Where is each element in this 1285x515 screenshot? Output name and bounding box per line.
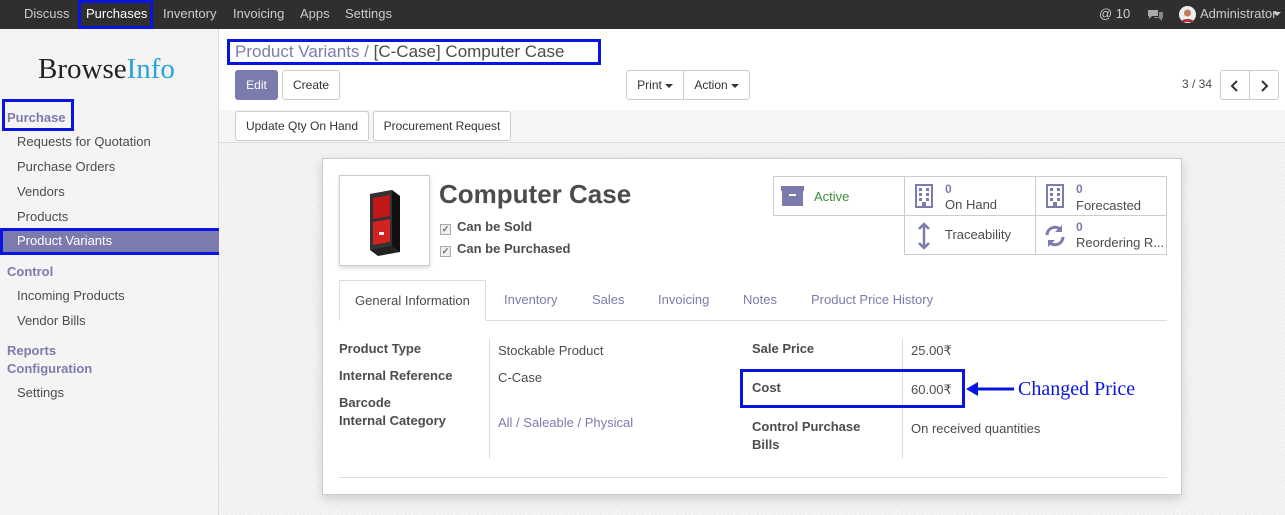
pager-previous[interactable] (1220, 70, 1250, 100)
sidebar-item-settings[interactable]: Settings (17, 385, 64, 400)
divider (489, 339, 490, 459)
tab-general-information[interactable]: General Information (339, 280, 486, 321)
pager-value[interactable]: 3 / 34 (1182, 77, 1212, 91)
mentions-counter[interactable]: @ 10 (1099, 0, 1130, 29)
create-button[interactable]: Create (282, 70, 340, 100)
sidebar-item-purchase-orders[interactable]: Purchase Orders (17, 159, 115, 174)
chevron-left-icon (1230, 80, 1238, 92)
menu-invoicing[interactable]: Invoicing (233, 0, 284, 29)
refresh-icon (1045, 225, 1065, 247)
highlight-box (2, 99, 74, 131)
sidebar-item-rfq[interactable]: Requests for Quotation (17, 134, 151, 149)
sidebar-item-vendors[interactable]: Vendors (17, 184, 65, 199)
on-hand-button[interactable]: 0 On Hand (904, 176, 1036, 216)
highlight-box (78, 0, 153, 29)
tab-sales[interactable]: Sales (592, 280, 625, 321)
sidebar-section-control[interactable]: Control (7, 264, 53, 279)
building-icon (915, 184, 933, 208)
tab-invoicing[interactable]: Invoicing (658, 280, 709, 321)
archive-icon (781, 186, 804, 206)
product-name[interactable]: Computer Case (439, 179, 631, 210)
product-image[interactable] (339, 175, 430, 266)
internal-reference-label: Internal Reference (339, 368, 453, 383)
chevron-down-icon (730, 83, 739, 88)
tab-inventory[interactable]: Inventory (504, 280, 557, 321)
internal-reference-field[interactable]: C-Case (498, 370, 542, 385)
arrow-left-icon (966, 382, 1014, 396)
sidebar-item-products[interactable]: Products (17, 209, 68, 224)
tab-product-price-history[interactable]: Product Price History (811, 280, 933, 321)
arrows-vertical-icon (918, 222, 930, 250)
print-dropdown[interactable]: Print (626, 70, 684, 100)
menu-discuss[interactable]: Discuss (24, 0, 70, 29)
check-icon: ✓ (440, 246, 451, 257)
annotation-label: Changed Price (1018, 378, 1136, 400)
user-menu[interactable]: Administrator (1200, 0, 1277, 29)
action-dropdown[interactable]: Action (683, 70, 750, 100)
divider (339, 477, 1167, 478)
can-be-purchased-checkbox[interactable]: ✓ Can be Purchased (440, 241, 570, 257)
sidebar-section-configuration[interactable]: Configuration (7, 361, 92, 376)
can-be-sold-checkbox[interactable]: ✓ Can be Sold (440, 219, 532, 235)
highlight-box (227, 39, 601, 65)
control-purchase-label-2: Bills (752, 437, 780, 452)
pager-next[interactable] (1249, 70, 1279, 100)
reordering-rules-button[interactable]: 0 Reordering R... (1035, 215, 1167, 255)
edit-button[interactable]: Edit (235, 70, 278, 100)
menu-settings[interactable]: Settings (345, 0, 392, 29)
sidebar-item-vendor-bills[interactable]: Vendor Bills (17, 313, 86, 328)
building-icon (1046, 184, 1064, 208)
product-type-field[interactable]: Stockable Product (498, 343, 604, 358)
menu-apps[interactable]: Apps (300, 0, 330, 29)
check-icon: ✓ (440, 224, 451, 235)
user-avatar[interactable] (1179, 0, 1196, 29)
notebook-tabs: General Information Inventory Sales Invo… (339, 280, 1167, 321)
sidebar-item-incoming-products[interactable]: Incoming Products (17, 288, 125, 303)
highlight-box (740, 369, 965, 408)
product-type-label: Product Type (339, 341, 422, 356)
control-purchase-field[interactable]: On received quantities (911, 421, 1040, 436)
internal-category-label: Internal Category (339, 413, 446, 428)
logo: BrowseInfo (38, 53, 175, 85)
chevron-down-icon (664, 83, 673, 88)
sale-price-label: Sale Price (752, 341, 815, 356)
chat-icon[interactable] (1147, 0, 1164, 29)
form-statusbar: Update Qty On Hand Procurement Request (219, 110, 1285, 143)
update-qty-button[interactable]: Update Qty On Hand (235, 111, 369, 141)
barcode-label: Barcode (339, 395, 392, 410)
chevron-right-icon (1261, 80, 1269, 92)
internal-category-field[interactable]: All / Saleable / Physical (498, 415, 633, 430)
highlight-box (0, 228, 222, 255)
traceability-button[interactable]: Traceability (904, 215, 1036, 255)
forecasted-button[interactable]: 0 Forecasted (1035, 176, 1167, 216)
top-navbar: Discuss Purchases Inventory Invoicing Ap… (0, 0, 1285, 29)
control-purchase-label: Control Purchase (752, 419, 861, 434)
active-button[interactable]: Active (773, 176, 905, 216)
sale-price-field[interactable]: 25.00₹ (911, 343, 952, 359)
procurement-request-button[interactable]: Procurement Request (373, 111, 511, 141)
tab-notes[interactable]: Notes (743, 280, 777, 321)
sidebar: BrowseInfo Purchase Requests for Quotati… (0, 29, 222, 515)
sidebar-section-reports[interactable]: Reports (7, 343, 56, 358)
form-sheet: Computer Case ✓ Can be Sold ✓ Can be Purch… (322, 158, 1182, 495)
menu-inventory[interactable]: Inventory (163, 0, 216, 29)
